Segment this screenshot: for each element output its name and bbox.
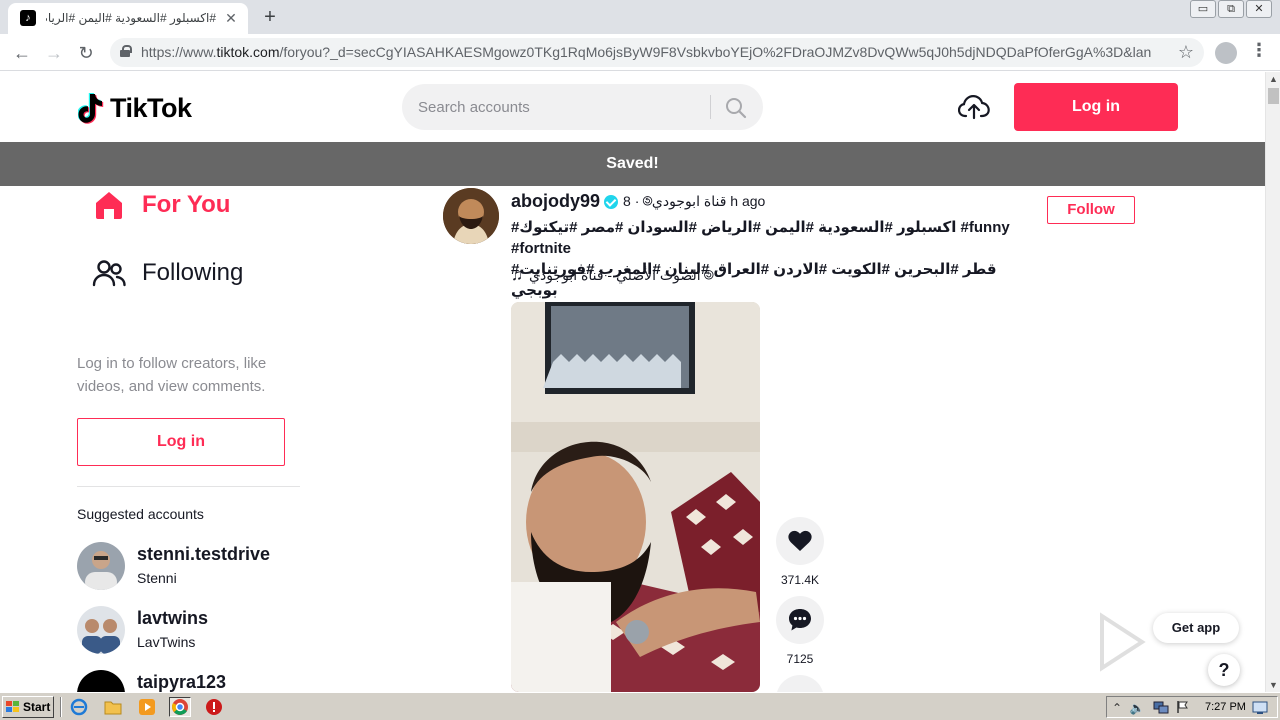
url-omnibox[interactable]: https://www.tiktok.com/foryou?_d=secCgYI… [110, 38, 1204, 67]
like-action: 371.4K [776, 517, 824, 587]
suggested-nickname: Stenni [137, 570, 177, 586]
browser-tab-bar: ♪ #اكسبلور #السعودية #اليمن #الرياض ✕ + … [0, 0, 1280, 34]
sidebar-label-following: Following [142, 259, 244, 286]
url-text[interactable]: https://www.tiktok.com/foryou?_d=secCgYI… [141, 44, 1151, 60]
sidebar-divider [77, 486, 300, 487]
upload-cloud-icon[interactable] [957, 94, 990, 120]
video-player[interactable] [511, 302, 760, 692]
bookmark-star-icon[interactable]: ☆ [1178, 42, 1194, 63]
sidebar-item-following[interactable]: Following [92, 253, 243, 293]
post-author-avatar[interactable] [443, 188, 499, 244]
address-bar: ← → ↻ https://www.tiktok.com/foryou?_d=s… [0, 34, 1280, 71]
caption-line[interactable]: #اكسبلور #السعودية #اليمن #الرياض #السود… [511, 217, 1011, 259]
scroll-down-arrow-icon[interactable]: ▼ [1266, 678, 1280, 692]
search-icon[interactable] [724, 96, 748, 120]
browser-menu-icon[interactable]: ⋮ [1250, 40, 1268, 61]
suggested-account[interactable]: taipyra123 [77, 670, 297, 692]
suggested-accounts-title: Suggested accounts [77, 506, 204, 522]
home-icon [92, 188, 126, 222]
scroll-up-arrow-icon[interactable]: ▲ [1266, 72, 1280, 86]
start-label: Start [23, 700, 51, 714]
site-header: TikTok Log in [0, 72, 1265, 142]
verified-badge-icon [604, 194, 619, 209]
system-tray: ⌃ 🔈 7:27 PM [1106, 696, 1278, 718]
taskbar-clock[interactable]: 7:27 PM [1205, 701, 1246, 713]
tab-title: #اكسبلور #السعودية #اليمن #الرياض [46, 11, 216, 25]
saved-banner: Saved! [0, 142, 1265, 186]
get-app-button[interactable]: Get app [1153, 613, 1239, 643]
tiktok-logo[interactable]: TikTok [77, 90, 192, 126]
url-prefix: https://www. [141, 44, 217, 60]
reload-button[interactable]: ↻ [74, 41, 98, 65]
tiktok-note-icon [77, 92, 104, 124]
url-host: tiktok.com [216, 44, 280, 60]
logo-text: TikTok [110, 92, 192, 123]
scroll-thumb[interactable] [1268, 88, 1279, 104]
internet-explorer-icon[interactable] [68, 697, 90, 717]
header-login-button[interactable]: Log in [1014, 83, 1178, 131]
follow-button[interactable]: Follow [1047, 196, 1135, 224]
post-author-row: abojody99 8 · 🄎قناة ابوجودي h ago [511, 191, 765, 212]
taskbar-separator [60, 697, 62, 717]
post-username[interactable]: abojody99 [511, 191, 600, 212]
share-action [776, 675, 824, 692]
share-button[interactable] [776, 675, 824, 692]
action-center-flag-icon[interactable] [1175, 700, 1191, 716]
minimize-button[interactable]: ▭ [1190, 0, 1216, 18]
comment-action: 7125 [776, 596, 824, 666]
comment-button[interactable] [776, 596, 824, 644]
security-warning-icon[interactable] [203, 697, 225, 717]
search-input[interactable] [418, 84, 708, 130]
post-caption: #اكسبلور #السعودية #اليمن #الرياض #السود… [511, 217, 1011, 301]
login-prompt-text: Log in to follow creators, like videos, … [77, 355, 267, 395]
tray-expand-icon[interactable]: ⌃ [1109, 700, 1125, 716]
sidebar-login-button[interactable]: Log in [77, 418, 285, 466]
tab-close-icon[interactable]: ✕ [222, 9, 240, 27]
people-icon [92, 256, 126, 290]
avatar [77, 606, 125, 654]
like-count: 371.4K [780, 573, 820, 587]
start-button[interactable]: Start [2, 696, 54, 718]
avatar [77, 670, 125, 692]
new-tab-button[interactable]: + [258, 5, 282, 29]
help-button[interactable]: ? [1208, 654, 1240, 686]
url-path: /foryou?_d=secCgYIASAHKAESMgowz0TKg1RqMo… [279, 44, 1151, 60]
suggested-username: stenni.testdrive [137, 544, 271, 564]
lock-icon[interactable] [120, 45, 132, 57]
sidebar-item-for-you[interactable]: For You [92, 185, 230, 225]
music-note-icon: ♫ [511, 267, 523, 284]
volume-icon[interactable]: 🔈 [1129, 700, 1145, 716]
post-meta: 8 · 🄎قناة ابوجودي h ago [623, 192, 766, 209]
profile-avatar-icon[interactable] [1215, 42, 1237, 64]
back-button[interactable]: ← [10, 41, 34, 65]
restore-button[interactable]: ⧉ [1218, 0, 1244, 18]
suggested-username: taipyra123 [137, 672, 227, 692]
page-scrollbar[interactable]: ▲ ▼ [1265, 72, 1280, 692]
show-desktop-icon[interactable] [1252, 701, 1268, 718]
like-button[interactable] [776, 517, 824, 565]
music-title: الصوت الأصلي - قناة ابوجودي 🄎 [529, 267, 714, 283]
tiktok-page: TikTok Log in Saved! For You Following L… [0, 72, 1265, 692]
tiktok-favicon-icon: ♪ [20, 10, 36, 26]
avatar [77, 542, 125, 590]
windows-taskbar: Start ⌃ 🔈 7:27 PM [0, 692, 1280, 720]
file-explorer-icon[interactable] [102, 697, 124, 717]
windows-flag-icon [6, 701, 20, 713]
suggested-account[interactable]: stenni.testdrive Stenni [77, 542, 297, 592]
suggested-account[interactable]: lavtwins LavTwins [77, 606, 297, 656]
window-controls: ▭ ⧉ ✕ [1190, 0, 1272, 20]
network-icon[interactable] [1153, 700, 1169, 716]
chrome-taskbar-icon[interactable] [169, 697, 191, 717]
post-music[interactable]: ♫ الصوت الأصلي - قناة ابوجودي 🄎 [511, 267, 713, 285]
search-bar [402, 84, 763, 130]
media-player-icon[interactable] [136, 697, 158, 717]
suggested-username: lavtwins [137, 608, 209, 628]
close-window-button[interactable]: ✕ [1246, 0, 1272, 18]
forward-button[interactable]: → [42, 41, 66, 65]
search-divider [710, 95, 711, 119]
suggested-nickname: LavTwins [137, 634, 196, 650]
comment-count: 7125 [786, 652, 814, 666]
browser-tab[interactable]: ♪ #اكسبلور #السعودية #اليمن #الرياض ✕ [8, 3, 248, 34]
sidebar-label-for-you: For You [142, 191, 231, 218]
